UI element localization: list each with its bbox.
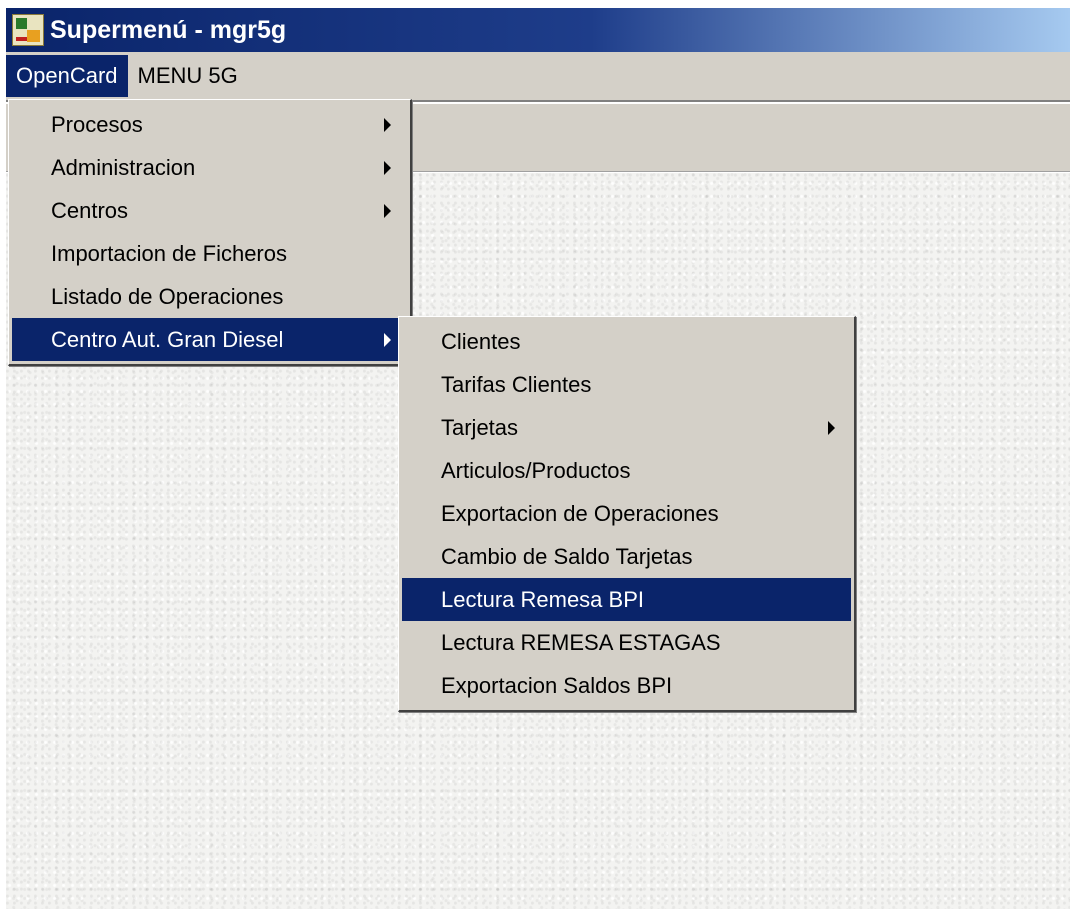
- menu-item-centros[interactable]: Centros: [12, 189, 407, 232]
- menu-item-importacion-de-ficheros[interactable]: Importacion de Ficheros: [12, 232, 407, 275]
- menubar-item-opencard[interactable]: OpenCard: [6, 55, 128, 97]
- menubar-item-menu-5g[interactable]: MENU 5G: [128, 55, 248, 97]
- menu-item-centro-aut-gran-diesel[interactable]: Centro Aut. Gran Diesel: [12, 318, 407, 361]
- menu-item-label: Administracion: [51, 155, 196, 180]
- submenu-arrow-icon: [828, 420, 835, 435]
- menu-item-tarjetas[interactable]: Tarjetas: [402, 406, 851, 449]
- menu-item-tarifas-clientes[interactable]: Tarifas Clientes: [402, 363, 851, 406]
- menu-item-label: Centro Aut. Gran Diesel: [51, 327, 284, 352]
- menu-item-label: Articulos/Productos: [441, 458, 631, 483]
- menu-item-articulos-productos[interactable]: Articulos/Productos: [402, 449, 851, 492]
- menu-item-label: Cambio de Saldo Tarjetas: [441, 544, 693, 569]
- menu-item-cambio-de-saldo-tarjetas[interactable]: Cambio de Saldo Tarjetas: [402, 535, 851, 578]
- menu-item-exportacion-saldos-bpi[interactable]: Exportacion Saldos BPI: [402, 664, 851, 707]
- window-title: Supermenú - mgr5g: [50, 15, 287, 44]
- menu-item-label: Clientes: [441, 329, 521, 354]
- menu-item-label: Lectura Remesa BPI: [441, 587, 644, 612]
- title-bar[interactable]: Supermenú - mgr5g: [6, 8, 1070, 52]
- menu-item-listado-de-operaciones[interactable]: Listado de Operaciones: [12, 275, 407, 318]
- menu-bar: OpenCard MENU 5G: [6, 52, 1070, 102]
- menu-item-label: Tarjetas: [441, 415, 519, 440]
- menu-item-label: Importacion de Ficheros: [51, 241, 287, 266]
- menu-item-administracion[interactable]: Administracion: [12, 146, 407, 189]
- menu-item-label: Procesos: [51, 112, 143, 137]
- menu-item-label: Lectura REMESA ESTAGAS: [441, 630, 721, 655]
- submenu-arrow-icon: [384, 160, 391, 175]
- app-icon[interactable]: [12, 14, 44, 46]
- menu-item-label: Tarifas Clientes: [441, 372, 592, 397]
- submenu-arrow-icon: [384, 332, 391, 347]
- menu-item-procesos[interactable]: Procesos: [12, 103, 407, 146]
- menu-item-label: Listado de Operaciones: [51, 284, 284, 309]
- submenu-arrow-icon: [384, 203, 391, 218]
- opencard-menu: Procesos Administracion Centros Importac…: [8, 99, 412, 366]
- menu-item-lectura-remesa-estagas[interactable]: Lectura REMESA ESTAGAS: [402, 621, 851, 664]
- menu-item-lectura-remesa-bpi[interactable]: Lectura Remesa BPI: [402, 578, 851, 621]
- menu-item-label: Centros: [51, 198, 129, 223]
- submenu-arrow-icon: [384, 117, 391, 132]
- menu-item-clientes[interactable]: Clientes: [402, 320, 851, 363]
- menu-item-label: Exportacion de Operaciones: [441, 501, 719, 526]
- centro-aut-gran-diesel-submenu: Clientes Tarifas Clientes Tarjetas Artic…: [398, 316, 856, 712]
- menu-item-label: Exportacion Saldos BPI: [441, 673, 673, 698]
- menu-item-exportacion-de-operaciones[interactable]: Exportacion de Operaciones: [402, 492, 851, 535]
